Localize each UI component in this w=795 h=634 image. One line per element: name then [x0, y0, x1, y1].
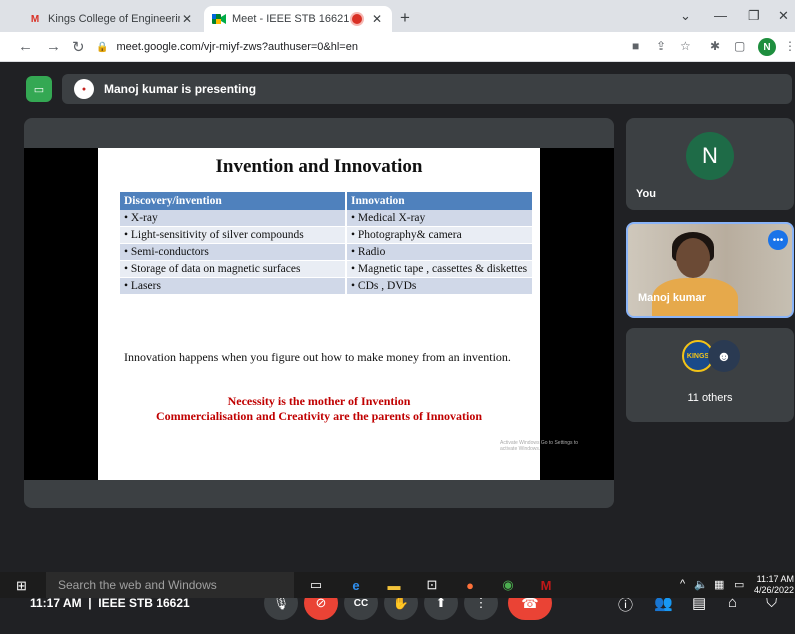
- tab-title: Kings College of Engineering Ma: [48, 13, 180, 25]
- edge-icon[interactable]: e: [346, 576, 366, 594]
- minimize-button[interactable]: —: [714, 8, 727, 23]
- table-cell: • Lasers: [120, 277, 347, 295]
- presenter-avatar: ●: [74, 79, 94, 99]
- speaker-face: [676, 238, 710, 278]
- meet-icon: [212, 12, 226, 26]
- separator: |: [88, 596, 92, 610]
- presentation-stage: Invention and Innovation Discovery/inven…: [24, 118, 614, 508]
- meeting-clock: 11:17 AM: [30, 596, 82, 610]
- system-time: 11:17 AM: [756, 574, 794, 584]
- reload-button[interactable]: ↻: [72, 38, 85, 56]
- system-date: 4/26/2022: [753, 585, 794, 595]
- share-icon[interactable]: ⇪: [656, 39, 666, 53]
- side-panel-icon[interactable]: ▢: [734, 39, 745, 53]
- network-icon[interactable]: ▦: [714, 578, 724, 591]
- participant-avatar: ☻: [708, 340, 740, 372]
- others-tile[interactable]: KINGS ☻ 11 others: [626, 328, 794, 422]
- presenting-banner: ● Manoj kumar is presenting: [62, 74, 792, 104]
- tab-meet[interactable]: Meet - IEEE STB 16621 ✕: [204, 6, 392, 32]
- table-cell: • CDs , DVDs: [346, 277, 534, 295]
- table-cell: • Storage of data on magnetic surfaces: [120, 260, 347, 278]
- windows-start-icon[interactable]: ⊞: [16, 578, 27, 594]
- task-view-icon[interactable]: ▭: [306, 576, 326, 594]
- extensions-icon[interactable]: ✱: [710, 39, 720, 53]
- restore-button[interactable]: ❐: [748, 8, 760, 24]
- windows-taskbar: ⊞ Search the web and Windows ▭ e ▬ ⊡ ● ◉…: [0, 572, 795, 598]
- taskbar-search-input[interactable]: Search the web and Windows: [46, 572, 294, 598]
- gmail-icon: M: [30, 13, 40, 25]
- firefox-icon[interactable]: ●: [460, 576, 480, 594]
- slide-paragraph: Innovation happens when you figure out h…: [124, 350, 511, 364]
- system-clock[interactable]: 11:17 AM 4/26/2022: [752, 574, 794, 596]
- meeting-name: IEEE STB 16621: [98, 596, 190, 610]
- table-header-row: Discovery/invention Innovation: [120, 192, 534, 210]
- store-icon[interactable]: ⊡: [422, 576, 442, 594]
- new-tab-button[interactable]: +: [400, 8, 410, 28]
- table-cell: • Photography& camera: [346, 226, 534, 244]
- mcafee-icon[interactable]: M: [536, 576, 556, 594]
- table-row: • Storage of data on magnetic surfaces •…: [120, 260, 534, 278]
- shared-slide: Invention and Innovation Discovery/inven…: [98, 148, 578, 480]
- tab-gmail[interactable]: M Kings College of Engineering Ma ✕: [20, 6, 202, 32]
- notification-icon[interactable]: ▭: [734, 578, 744, 591]
- more-options-icon[interactable]: •••: [768, 230, 788, 250]
- activate-windows-watermark: Activate Windows Go to Settings to activ…: [500, 440, 579, 452]
- table-cell: • Light-sensitivity of silver compounds: [120, 226, 347, 244]
- table-cell: • Semi-conductors: [120, 243, 347, 261]
- table-cell: • Medical X-ray: [346, 210, 534, 227]
- forward-button[interactable]: →: [46, 38, 61, 55]
- bookmark-star-icon[interactable]: ☆: [680, 39, 691, 53]
- slide-table: Discovery/invention Innovation • X-ray •…: [120, 192, 534, 295]
- meet-window: ▭ ● Manoj kumar is presenting Invention …: [0, 62, 795, 620]
- column-header: Discovery/invention: [120, 192, 347, 210]
- table-row: • X-ray • Medical X-ray: [120, 210, 534, 227]
- slide-title: Invention and Innovation: [215, 156, 423, 177]
- speaker-name: Manoj kumar: [638, 292, 706, 304]
- volume-icon[interactable]: 🔈: [694, 578, 708, 591]
- tray-chevron-icon[interactable]: ^: [680, 578, 685, 590]
- close-icon[interactable]: ✕: [180, 12, 194, 26]
- column-header: Innovation: [346, 192, 534, 210]
- tab-title: Meet - IEEE STB 16621: [232, 13, 350, 25]
- others-label: 11 others: [687, 392, 733, 404]
- table-row: • Semi-conductors • Radio: [120, 243, 534, 261]
- table-cell: • Magnetic tape , cassettes & diskettes: [346, 260, 534, 278]
- url-text: meet.google.com/vjr-miyf-zws?authuser=0&…: [116, 41, 358, 53]
- recording-icon: [352, 14, 362, 24]
- file-explorer-icon[interactable]: ▬: [384, 576, 404, 594]
- profile-avatar[interactable]: N: [758, 38, 776, 56]
- address-bar[interactable]: 🔒 meet.google.com/vjr-miyf-zws?authuser=…: [96, 36, 636, 58]
- presentation-icon[interactable]: ▭: [26, 76, 52, 102]
- lock-icon: 🔒: [96, 41, 109, 53]
- self-tile[interactable]: N You: [626, 118, 794, 210]
- back-button[interactable]: ←: [18, 38, 33, 55]
- menu-icon[interactable]: ⋮: [784, 39, 795, 53]
- slide-quote: Necessity is the mother of Invention: [227, 394, 411, 408]
- browser-toolbar: ← → ↻ 🔒 meet.google.com/vjr-miyf-zws?aut…: [0, 32, 795, 62]
- self-avatar: N: [686, 132, 734, 180]
- close-window-button[interactable]: ✕: [778, 8, 789, 24]
- speaker-tile[interactable]: ••• Manoj kumar: [626, 222, 794, 318]
- close-icon[interactable]: ✕: [370, 12, 384, 26]
- browser-tab-strip: M Kings College of Engineering Ma ✕ Meet…: [0, 0, 795, 32]
- table-cell: • X-ray: [120, 210, 347, 227]
- chrome-icon[interactable]: ◉: [498, 576, 518, 594]
- self-label: You: [636, 188, 656, 200]
- table-row: • Lasers • CDs , DVDs: [120, 277, 534, 295]
- camera-icon[interactable]: ■: [632, 39, 639, 53]
- meeting-details: 11:17 AM | IEEE STB 16621: [30, 596, 190, 610]
- presenting-text: Manoj kumar is presenting: [104, 82, 257, 96]
- tab-search-icon[interactable]: ⌄: [680, 8, 691, 24]
- table-cell: • Radio: [346, 243, 534, 261]
- table-row: • Light-sensitivity of silver compounds …: [120, 226, 534, 244]
- slide-quote: Commercialisation and Creativity are the…: [155, 409, 483, 423]
